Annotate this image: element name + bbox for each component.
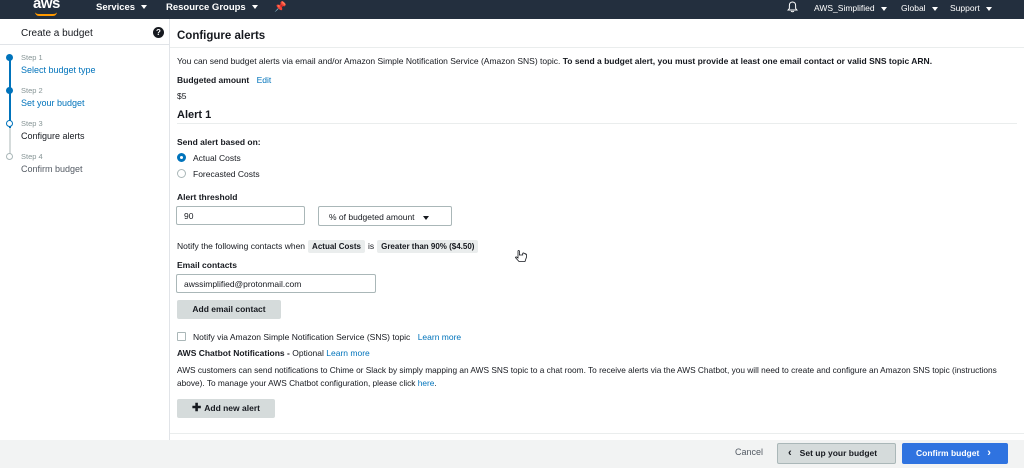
wizard-footer: Cancel ‹ Set up your budget Confirm budge… bbox=[0, 440, 1024, 468]
chatbot-title: AWS Chatbot Notifications - bbox=[177, 348, 290, 358]
add-new-alert-button[interactable]: ✚ Add new alert bbox=[177, 399, 275, 418]
account-menu[interactable]: AWS_Simplified bbox=[814, 3, 887, 13]
intro-text: You can send budget alerts via email and… bbox=[177, 56, 1017, 66]
chatbot-period: . bbox=[434, 378, 437, 388]
notify-prefix: Notify the following contacts when bbox=[177, 241, 306, 251]
notify-is: is bbox=[367, 241, 375, 251]
previous-step-button[interactable]: ‹ Set up your budget bbox=[777, 443, 896, 464]
step-3-marker bbox=[6, 120, 13, 127]
resource-groups-menu[interactable]: Resource Groups bbox=[166, 2, 258, 13]
chatbot-heading: AWS Chatbot Notifications - Optional Lea… bbox=[177, 348, 370, 358]
forecasted-costs-label[interactable]: Forecasted Costs bbox=[193, 169, 260, 179]
email-contacts-label: Email contacts bbox=[177, 260, 237, 270]
bottom-divider bbox=[170, 433, 1024, 434]
chatbot-optional: Optional bbox=[292, 348, 324, 358]
sns-learn-more-link[interactable]: Learn more bbox=[418, 332, 461, 342]
step-label[interactable]: Set your budget bbox=[21, 98, 85, 108]
chatbot-description-text: AWS customers can send notifications to … bbox=[177, 365, 997, 388]
sns-checkbox-label[interactable]: Notify via Amazon Simple Notification Se… bbox=[193, 332, 410, 342]
help-icon[interactable]: ? bbox=[153, 27, 164, 38]
support-menu-label: Support bbox=[950, 3, 980, 13]
step-label: Configure alerts bbox=[21, 131, 85, 141]
chevron-right-icon: › bbox=[987, 447, 991, 459]
resource-groups-menu-label: Resource Groups bbox=[166, 2, 246, 13]
region-menu-label: Global bbox=[901, 3, 926, 13]
step-2[interactable]: Step 2 Set your budget bbox=[21, 86, 85, 108]
step-number: Step 2 bbox=[21, 86, 43, 95]
intro-plain: You can send budget alerts via email and… bbox=[177, 56, 561, 66]
forecasted-costs-radio[interactable] bbox=[177, 169, 186, 178]
edit-budget-link[interactable]: Edit bbox=[257, 75, 272, 85]
add-new-alert-label: Add new alert bbox=[204, 403, 260, 413]
top-nav-bar: aws Services Resource Groups 📌 AWS_Simpl… bbox=[0, 0, 1024, 19]
hand-cursor-icon bbox=[515, 250, 527, 262]
chevron-down-icon bbox=[931, 6, 938, 11]
aws-logo-text: aws bbox=[33, 0, 60, 12]
threshold-unit-select[interactable]: % of budgeted amount bbox=[318, 206, 452, 226]
chatbot-here-link[interactable]: here bbox=[418, 378, 435, 388]
step-1[interactable]: Step 1 Select budget type bbox=[21, 53, 96, 75]
chevron-down-icon bbox=[985, 6, 992, 11]
add-email-contact-button[interactable]: Add email contact bbox=[177, 300, 281, 319]
page-title: Configure alerts bbox=[177, 30, 266, 42]
region-menu[interactable]: Global bbox=[901, 3, 938, 13]
step-4-marker bbox=[6, 153, 13, 160]
sidebar-divider bbox=[0, 44, 170, 45]
intro-bold: To send a budget alert, you must provide… bbox=[562, 56, 933, 66]
step-number: Step 4 bbox=[21, 152, 43, 161]
step-number: Step 3 bbox=[21, 119, 43, 128]
chatbot-description: AWS customers can send notifications to … bbox=[177, 364, 1022, 390]
alert-title: Alert 1 bbox=[177, 109, 212, 121]
step-number: Step 1 bbox=[21, 53, 43, 62]
actual-costs-label[interactable]: Actual Costs bbox=[193, 153, 241, 163]
wizard-sidebar: Create a budget ? Step 1 Select budget t… bbox=[0, 19, 170, 440]
step-track-pending bbox=[9, 128, 11, 155]
chatbot-learn-more-link[interactable]: Learn more bbox=[326, 348, 369, 358]
previous-step-label: Set up your budget bbox=[799, 448, 878, 458]
email-contact-input[interactable] bbox=[176, 274, 376, 293]
threshold-unit-value: % of budgeted amount bbox=[329, 212, 415, 222]
alert-divider bbox=[177, 123, 1017, 124]
sns-checkbox[interactable] bbox=[177, 332, 186, 341]
step-2-marker bbox=[6, 87, 13, 94]
services-menu-label: Services bbox=[96, 2, 136, 13]
cost-type-badge: Actual Costs bbox=[308, 240, 365, 253]
aws-logo-smile bbox=[35, 12, 57, 16]
confirm-budget-label: Confirm budget bbox=[916, 448, 980, 458]
step-1-marker bbox=[6, 54, 13, 61]
send-alert-label: Send alert based on: bbox=[177, 137, 261, 147]
chevron-down-icon bbox=[141, 5, 148, 10]
step-track-complete bbox=[9, 60, 11, 128]
chevron-down-icon bbox=[422, 215, 429, 220]
aws-logo[interactable]: aws bbox=[33, 0, 60, 16]
sidebar-title: Create a budget bbox=[21, 28, 93, 39]
plus-icon: ✚ bbox=[192, 402, 202, 414]
budgeted-amount-value: $5 bbox=[177, 91, 187, 101]
threshold-badge: Greater than 90% ($4.50) bbox=[377, 240, 479, 253]
alert-threshold-input[interactable] bbox=[176, 206, 305, 225]
chevron-left-icon: ‹ bbox=[788, 447, 792, 459]
confirm-budget-button[interactable]: Confirm budget › bbox=[902, 443, 1008, 464]
step-label[interactable]: Select budget type bbox=[21, 65, 96, 75]
alert-threshold-label: Alert threshold bbox=[177, 192, 238, 202]
actual-costs-radio[interactable] bbox=[177, 153, 186, 162]
configure-alerts-panel: Configure alerts You can send budget ale… bbox=[170, 19, 1024, 440]
support-menu[interactable]: Support bbox=[950, 3, 992, 13]
step-label: Confirm budget bbox=[21, 164, 83, 174]
cancel-link[interactable]: Cancel bbox=[735, 447, 763, 457]
services-menu[interactable]: Services bbox=[96, 2, 148, 13]
notify-condition-text: Notify the following contacts when Actual… bbox=[177, 240, 481, 253]
step-4: Step 4 Confirm budget bbox=[21, 152, 83, 174]
sns-checkbox-row: Notify via Amazon Simple Notification Se… bbox=[193, 332, 461, 342]
account-menu-label: AWS_Simplified bbox=[814, 3, 875, 13]
step-3: Step 3 Configure alerts bbox=[21, 119, 85, 141]
budgeted-amount-label-text: Budgeted amount bbox=[177, 75, 250, 85]
chevron-down-icon bbox=[251, 5, 258, 10]
pin-icon[interactable]: 📌 bbox=[274, 2, 286, 13]
chevron-down-icon bbox=[880, 6, 887, 11]
budgeted-amount-label: Budgeted amount Edit bbox=[177, 75, 271, 85]
bell-icon[interactable] bbox=[787, 0, 798, 14]
heading-divider bbox=[170, 47, 1024, 48]
